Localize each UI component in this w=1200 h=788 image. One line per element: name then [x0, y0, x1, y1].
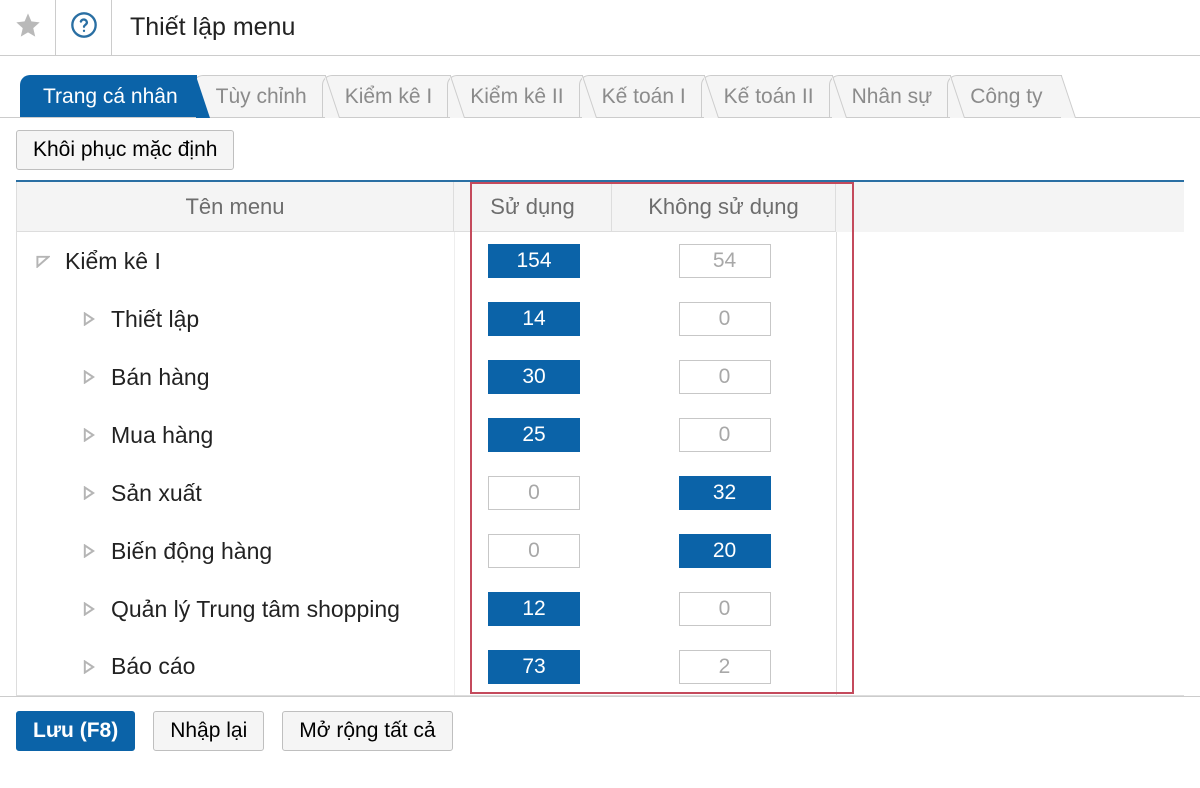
help-icon	[70, 11, 98, 45]
tab-inventory-2[interactable]: Kiểm kê II	[447, 75, 582, 117]
table-row: Quản lý Trung tâm shopping 12 0	[17, 580, 1184, 638]
tab-accounting-2[interactable]: Kế toán II	[701, 75, 833, 117]
row-label: Mua hàng	[111, 422, 213, 449]
use-count[interactable]: 73	[488, 650, 580, 684]
nouse-count[interactable]: 0	[679, 592, 771, 626]
table-row: Biến động hàng 0 20	[17, 522, 1184, 580]
tab-inventory-1[interactable]: Kiểm kê I	[322, 75, 452, 117]
chevron-right-icon[interactable]	[81, 427, 97, 443]
table-row: Báo cáo 73 2	[17, 638, 1184, 696]
col-header-use: Sử dụng	[454, 182, 612, 232]
table-row: Bán hàng 30 0	[17, 348, 1184, 406]
help-button[interactable]	[56, 0, 112, 56]
use-count[interactable]: 30	[488, 360, 580, 394]
use-count[interactable]: 14	[488, 302, 580, 336]
restore-default-button[interactable]: Khôi phục mặc định	[16, 130, 234, 170]
tab-bar: Trang cá nhân Tùy chỉnh Kiểm kê I Kiểm k…	[0, 56, 1200, 118]
toolbar: Khôi phục mặc định	[0, 118, 1200, 180]
footer-toolbar: Lưu (F8) Nhập lại Mở rộng tất cả	[0, 696, 1200, 765]
row-name-cell[interactable]: Quản lý Trung tâm shopping	[17, 580, 455, 638]
nouse-count[interactable]: 20	[679, 534, 771, 568]
row-label: Biến động hàng	[111, 538, 272, 565]
tab-hr[interactable]: Nhân sự	[829, 75, 952, 117]
page-title: Thiết lập menu	[112, 0, 1200, 56]
row-label: Báo cáo	[111, 653, 195, 680]
row-label: Sản xuất	[111, 480, 202, 507]
nouse-count[interactable]: 54	[679, 244, 771, 278]
row-name-cell[interactable]: Bán hàng	[17, 348, 455, 406]
row-name-cell[interactable]: Kiểm kê I	[17, 232, 455, 290]
use-count[interactable]: 154	[488, 244, 580, 278]
table-row: Mua hàng 25 0	[17, 406, 1184, 464]
row-label: Kiểm kê I	[65, 248, 161, 275]
row-name-cell[interactable]: Thiết lập	[17, 290, 455, 348]
expand-all-button[interactable]: Mở rộng tất cả	[282, 711, 452, 751]
page-header: Thiết lập menu	[0, 0, 1200, 56]
tab-personal[interactable]: Trang cá nhân	[20, 75, 197, 117]
row-label: Quản lý Trung tâm shopping	[111, 596, 400, 623]
favorite-toggle[interactable]	[0, 0, 56, 56]
tab-customize[interactable]: Tùy chỉnh	[193, 75, 326, 117]
use-count[interactable]: 0	[488, 476, 580, 510]
nouse-count[interactable]: 0	[679, 360, 771, 394]
tab-accounting-1[interactable]: Kế toán I	[579, 75, 705, 117]
table-row: Thiết lập 14 0	[17, 290, 1184, 348]
chevron-right-icon[interactable]	[81, 369, 97, 385]
table-body: Kiểm kê I 154 54 Thiết lập 14 0 Bán hàng	[16, 232, 1184, 696]
reload-button[interactable]: Nhập lại	[153, 711, 264, 751]
col-header-nouse: Không sử dụng	[612, 182, 836, 232]
tab-company[interactable]: Công ty	[947, 75, 1061, 117]
chevron-right-icon[interactable]	[81, 485, 97, 501]
table-row: Kiểm kê I 154 54	[17, 232, 1184, 290]
row-name-cell[interactable]: Sản xuất	[17, 464, 455, 522]
save-button[interactable]: Lưu (F8)	[16, 711, 135, 751]
nouse-count[interactable]: 2	[679, 650, 771, 684]
chevron-right-icon[interactable]	[81, 659, 97, 675]
row-name-cell[interactable]: Báo cáo	[17, 638, 455, 695]
star-icon	[14, 11, 42, 45]
table-header: Tên menu Sử dụng Không sử dụng	[16, 182, 1184, 232]
row-name-cell[interactable]: Mua hàng	[17, 406, 455, 464]
col-header-name: Tên menu	[16, 182, 454, 232]
nouse-count[interactable]: 0	[679, 302, 771, 336]
nouse-count[interactable]: 32	[679, 476, 771, 510]
use-count[interactable]: 25	[488, 418, 580, 452]
chevron-right-icon[interactable]	[81, 543, 97, 559]
nouse-count[interactable]: 0	[679, 418, 771, 452]
use-count[interactable]: 0	[488, 534, 580, 568]
use-count[interactable]: 12	[488, 592, 580, 626]
row-name-cell[interactable]: Biến động hàng	[17, 522, 455, 580]
expand-down-icon[interactable]	[35, 253, 51, 269]
table-row: Sản xuất 0 32	[17, 464, 1184, 522]
chevron-right-icon[interactable]	[81, 601, 97, 617]
menu-table: Tên menu Sử dụng Không sử dụng Kiểm kê I…	[16, 180, 1184, 696]
row-label: Thiết lập	[111, 306, 199, 333]
row-label: Bán hàng	[111, 364, 209, 391]
chevron-right-icon[interactable]	[81, 311, 97, 327]
